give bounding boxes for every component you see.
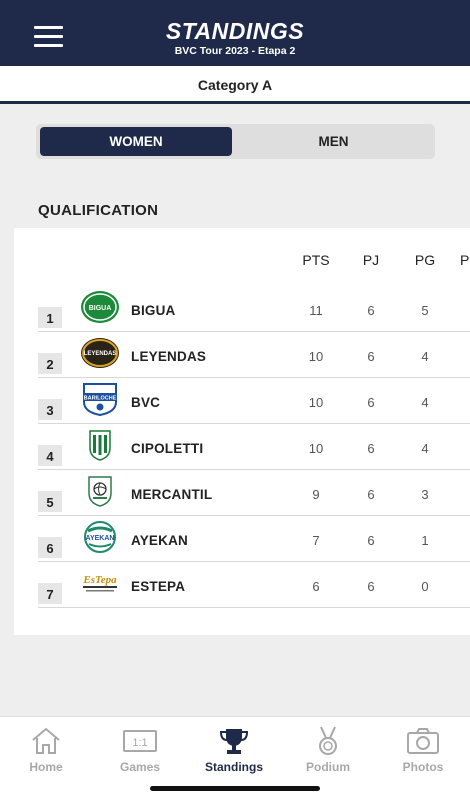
nav-games[interactable]: 1:1 Games (100, 725, 180, 774)
cell-pg: 3 (421, 487, 429, 502)
team-name: CIPOLETTI (131, 441, 204, 456)
team-name: AYEKAN (131, 533, 188, 548)
team-logo-bigua: BIGUA (80, 290, 120, 324)
team-name: BVC (131, 395, 161, 410)
section-title: QUALIFICATION (38, 202, 159, 219)
home-indicator[interactable] (150, 786, 320, 791)
camera-icon (407, 728, 439, 754)
svg-text:BARILOCHE: BARILOCHE (84, 396, 117, 402)
tab-women[interactable]: WOMEN (40, 127, 232, 156)
page-subtitle: BVC Tour 2023 - Etapa 2 (174, 45, 296, 57)
position-badge: 1 (38, 307, 62, 328)
column-header-pj: PJ (362, 252, 380, 268)
row-divider (38, 606, 470, 608)
column-header-pts: PTS (302, 252, 330, 268)
svg-text:LEYENDAS: LEYENDAS (84, 351, 117, 357)
gender-segmented-control: WOMEN MEN (36, 124, 435, 159)
trophy-icon (219, 729, 249, 754)
cell-pj: 6 (367, 349, 375, 364)
cell-pg: 4 (421, 395, 429, 410)
cell-pts: 11 (309, 303, 323, 318)
nav-photos[interactable]: Photos (383, 725, 463, 774)
cell-pg: 4 (421, 441, 429, 456)
nav-label: Games (119, 760, 161, 774)
column-header-pg: PG (414, 252, 436, 268)
table-row[interactable]: 2 LEYENDAS LEYENDAS 10 6 4 (14, 332, 470, 378)
table-row[interactable]: 4 CIPOLETTI 10 6 4 (14, 424, 470, 470)
cell-pts: 10 (308, 441, 324, 456)
nav-label: Standings (204, 760, 263, 774)
cell-pj: 6 (367, 579, 375, 594)
medal-icon (319, 726, 337, 755)
cell-pj: 6 (367, 441, 375, 456)
cell-pg: 4 (421, 349, 429, 364)
tab-men[interactable]: MEN (236, 127, 431, 156)
team-name: LEYENDAS (131, 349, 207, 364)
svg-text:1:1: 1:1 (132, 737, 147, 749)
svg-text:BIGUA: BIGUA (89, 305, 112, 312)
team-name: ESTEPA (131, 579, 186, 594)
nav-home[interactable]: Home (6, 725, 86, 774)
cell-pj: 6 (367, 303, 375, 318)
cell-pts: 6 (312, 579, 320, 594)
cell-pj: 6 (367, 487, 375, 502)
app-header: STANDINGS BVC Tour 2023 - Etapa 2 (0, 0, 470, 66)
position-badge: 7 (38, 583, 62, 604)
position-badge: 6 (38, 537, 62, 558)
table-row[interactable]: 1 BIGUA BIGUA 11 6 5 (14, 286, 470, 332)
table-row[interactable]: 7 EsTepa ESTEPA 6 6 0 (14, 562, 470, 608)
team-logo-leyendas: LEYENDAS (80, 336, 120, 370)
cell-pg: 0 (421, 579, 429, 594)
svg-text:EsTepa: EsTepa (82, 574, 117, 586)
category-label: Category A (197, 77, 273, 93)
nav-podium[interactable]: Podium (288, 725, 368, 774)
team-logo-bvc: BARILOCHE (80, 382, 120, 417)
nav-standings[interactable]: Standings (194, 725, 274, 774)
position-badge: 4 (38, 445, 62, 466)
cell-pts: 10 (308, 349, 324, 364)
svg-text:AYEKAN: AYEKAN (86, 535, 115, 542)
cell-pj: 6 (367, 395, 375, 410)
cell-pts: 9 (312, 487, 320, 502)
cell-pg: 5 (421, 303, 429, 318)
team-logo-mercantil (80, 474, 120, 508)
cell-pts: 7 (312, 533, 320, 548)
nav-label: Photos (402, 760, 444, 774)
cell-pg: 1 (421, 533, 429, 548)
table-row[interactable]: 3 BARILOCHE BVC 10 6 4 (14, 378, 470, 424)
table-row[interactable]: 5 MERCANTIL 9 6 3 (14, 470, 470, 516)
cell-pts: 10 (308, 395, 324, 410)
position-badge: 2 (38, 353, 62, 374)
nav-label: Home (29, 760, 63, 774)
scoreboard-icon: 1:1 (123, 730, 157, 752)
position-badge: 3 (38, 399, 62, 420)
team-logo-cipoletti (80, 428, 120, 462)
team-name: MERCANTIL (131, 487, 213, 502)
team-name: BIGUA (131, 303, 176, 318)
category-selector[interactable]: Category A (0, 66, 470, 104)
column-header-truncated: P (460, 252, 470, 268)
team-logo-ayekan: AYEKAN (80, 520, 120, 554)
table-row[interactable]: 6 AYEKAN AYEKAN 7 6 1 (14, 516, 470, 562)
position-badge: 5 (38, 491, 62, 512)
home-icon (32, 727, 60, 754)
page-title: STANDINGS (165, 18, 305, 44)
cell-pj: 6 (367, 533, 375, 548)
nav-label: Podium (306, 760, 350, 774)
team-logo-estepa: EsTepa (80, 566, 120, 600)
